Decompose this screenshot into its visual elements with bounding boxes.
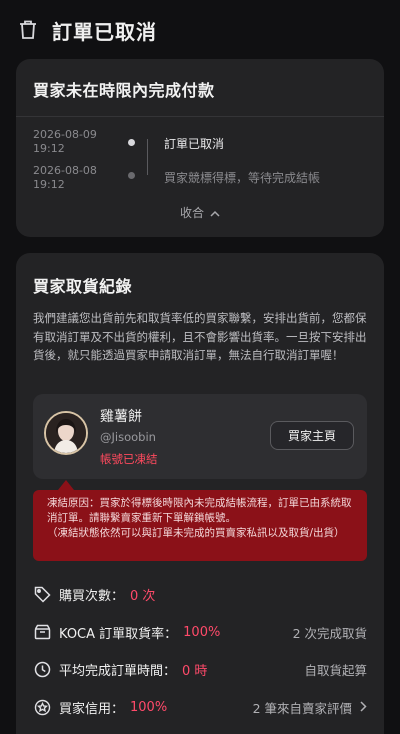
buyer-record-title: 買家取貨紀錄 — [33, 277, 133, 296]
clock-icon — [33, 660, 51, 678]
box-icon — [33, 623, 51, 641]
timeline-dot-active — [128, 139, 135, 146]
timeline-line — [147, 139, 148, 175]
stat-pickup-rate: KOCA 訂單取貨率： 100% 2 次完成取貨 — [33, 620, 367, 644]
divider — [16, 116, 384, 117]
freeze-notice: 凍結原因：買家於得標後時限內未完成結帳流程，訂單已由系統取消訂單。請聯繫賣家重新… — [33, 490, 367, 561]
top-bar: 訂單已取消 — [0, 0, 400, 60]
tag-icon — [33, 585, 51, 603]
star-badge-icon — [33, 698, 51, 716]
freeze-notice-text: 凍結原因：買家於得標後時限內未完成結帳流程，訂單已由系統取消訂單。請聯繫賣家重新… — [47, 497, 352, 539]
collapse-button[interactable]: 收合 — [16, 204, 384, 221]
timeline-event-1: 訂單已取消 — [164, 137, 225, 151]
cancel-reason-title: 買家未在時限內完成付款 — [33, 81, 215, 100]
timeline-time-1: 2026-08-09 19:12 — [33, 128, 97, 155]
timeline-time-2: 2026-08-08 19:12 — [33, 164, 97, 191]
advice-text: 我們建議您出貨前先和取貨率低的買家聯繫，安排出貨前，您都保有取消訂單及不出貨的權… — [33, 311, 367, 362]
chevron-up-icon — [210, 206, 220, 220]
buyer-home-button[interactable]: 買家主頁 — [270, 421, 354, 450]
stat-avg-completion-time: 平均完成訂單時間： 0 時 自取貨起算 — [33, 657, 367, 681]
chevron-right-icon — [360, 700, 367, 715]
avatar[interactable] — [44, 411, 88, 455]
buyer-handle: @Jisoobin — [100, 430, 156, 444]
trash-icon — [18, 19, 38, 41]
notice-pointer — [58, 480, 74, 490]
buyer-record-card: 買家取貨紀錄 我們建議您出貨前先和取貨率低的買家聯繫，安排出貨前，您都保有取消訂… — [16, 253, 384, 734]
account-frozen-status: 帳號已凍結 — [100, 452, 158, 466]
page-title: 訂單已取消 — [52, 19, 157, 44]
collapse-label: 收合 — [179, 206, 204, 220]
buyer-profile: 雞薯餅 @Jisoobin 帳號已凍結 買家主頁 — [33, 394, 367, 479]
timeline-event-2: 買家競標得標，等待完成結帳 — [164, 171, 321, 185]
stat-purchase-count: 購買次數： 0 次 — [33, 582, 367, 606]
buyer-name: 雞薯餅 — [100, 409, 142, 425]
timeline-dot — [128, 172, 135, 179]
cancel-status-card: 買家未在時限內完成付款 2026-08-09 19:12 訂單已取消 2026-… — [16, 59, 384, 237]
stat-buyer-credit[interactable]: 買家信用： 100% 2 筆來自賣家評價 — [33, 695, 367, 719]
